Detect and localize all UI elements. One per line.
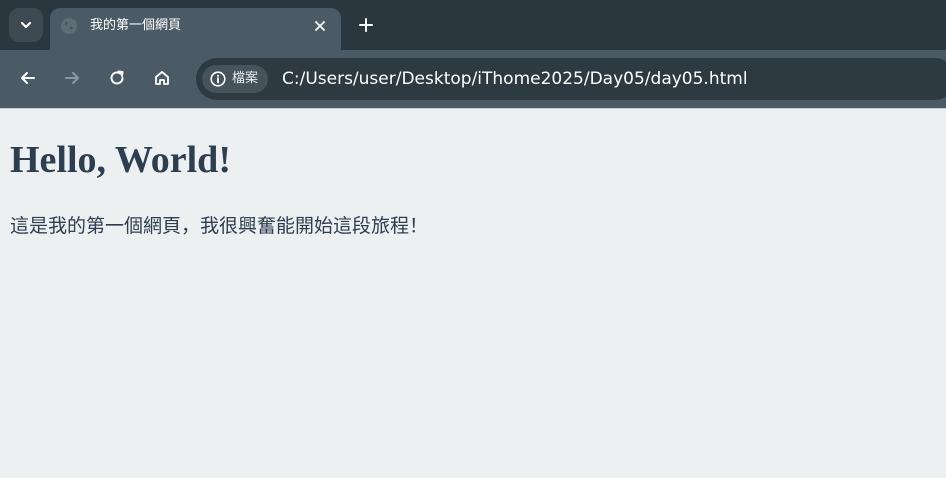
plus-icon: [359, 18, 373, 32]
reload-button[interactable]: [103, 64, 131, 92]
reload-icon: [110, 70, 124, 85]
active-tab[interactable]: 我的第一個網頁: [50, 8, 341, 50]
toolbar: 檔案 C:/Users/user/Desktop/iThome2025/Day0…: [0, 50, 946, 108]
tab-title: 我的第一個網頁: [90, 18, 182, 33]
chevron-down-icon: [20, 21, 32, 29]
page-content: Hello, World! 這是我的第一個網頁，我很興奮能開始這段旅程！: [0, 108, 946, 478]
page-paragraph: 這是我的第一個網頁，我很興奮能開始這段旅程！: [10, 215, 429, 237]
address-bar[interactable]: 檔案 C:/Users/user/Desktop/iThome2025/Day0…: [196, 58, 946, 100]
site-info-chip[interactable]: 檔案: [202, 65, 269, 93]
forward-button[interactable]: [58, 64, 86, 92]
url-text[interactable]: C:/Users/user/Desktop/iThome2025/Day05/d…: [282, 58, 748, 100]
close-icon: [315, 21, 325, 31]
new-tab-button[interactable]: [353, 12, 379, 38]
home-icon: [155, 71, 169, 85]
tab-search-button[interactable]: [9, 8, 43, 42]
globe-icon: [61, 18, 77, 34]
tab-close-button[interactable]: [309, 15, 331, 37]
arrow-left-icon: [21, 72, 35, 84]
arrow-right-icon: [65, 72, 79, 84]
info-icon: [210, 71, 226, 87]
back-button[interactable]: [14, 64, 42, 92]
home-button[interactable]: [148, 64, 176, 92]
page-heading: Hello, World!: [10, 139, 231, 181]
tab-strip: 我的第一個網頁: [0, 0, 946, 50]
browser-window: 我的第一個網頁 檔案 C:/Users/user/Desktop/iThome2…: [0, 0, 946, 478]
site-info-label: 檔案: [232, 71, 259, 86]
